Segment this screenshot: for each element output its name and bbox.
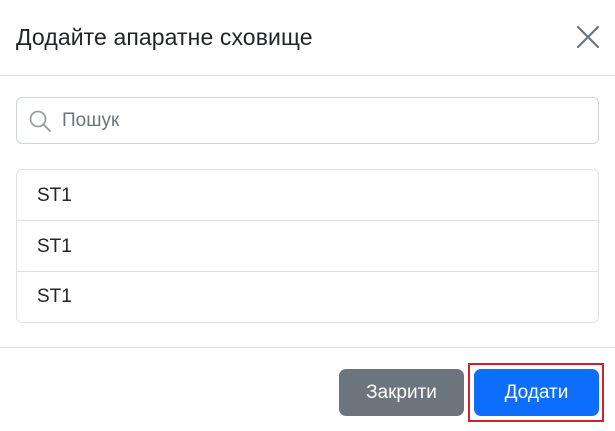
list-item[interactable]: ST1 [17, 272, 598, 322]
close-button[interactable] [573, 22, 603, 52]
list-item[interactable]: ST1 [17, 221, 598, 272]
storage-list: ST1 ST1 ST1 [16, 169, 599, 323]
search-icon [29, 110, 51, 132]
dialog-title: Додайте апаратне сховище [16, 24, 313, 50]
dialog-header: Додайте апаратне сховище [0, 0, 615, 76]
add-storage-dialog: Додайте апаратне сховище ST1 ST1 ST1 Зак… [0, 0, 615, 431]
close-icon [576, 25, 600, 49]
cancel-button[interactable]: Закрити [339, 369, 464, 416]
dialog-footer: Закрити Додати [0, 347, 615, 431]
add-button[interactable]: Додати [474, 369, 599, 416]
search-box [16, 97, 599, 144]
search-input[interactable] [62, 98, 582, 143]
list-item[interactable]: ST1 [17, 170, 598, 221]
